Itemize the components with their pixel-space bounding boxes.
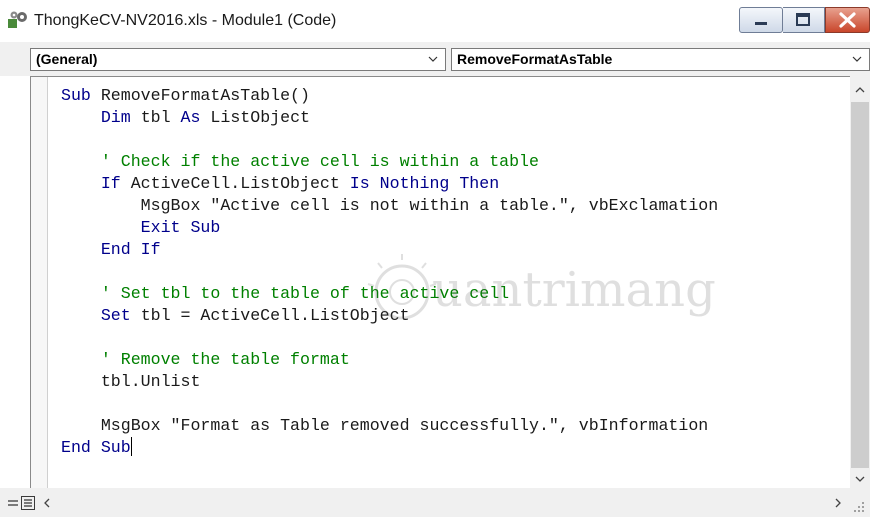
vba-project-icon [8,11,27,28]
vertical-scrollbar[interactable] [850,76,870,488]
code-line[interactable]: End Sub [61,437,718,459]
watermark-icon [367,254,437,320]
procedure-dropdown-value: RemoveFormatAsTable [457,51,613,67]
margin-indicator-bar[interactable] [31,77,48,488]
scroll-down-icon[interactable] [854,474,866,484]
keyword-token: Then [459,174,500,193]
code-line[interactable]: ' Remove the table format [61,349,718,371]
bottom-bar [0,488,870,517]
object-dropdown-value: (General) [36,51,98,67]
close-icon [839,12,856,28]
horizontal-scrollbar[interactable] [60,491,828,513]
procedure-dropdown[interactable]: RemoveFormatAsTable [451,48,870,71]
code-line[interactable]: ' Check if the active cell is within a t… [61,151,718,173]
keyword-token: Exit Sub [140,218,221,237]
code-line[interactable]: Sub RemoveFormatAsTable() [61,85,718,107]
code-line[interactable] [61,327,718,349]
chevron-down-icon [428,56,438,62]
keyword-token: Nothing [379,174,460,193]
vertical-scroll-thumb[interactable] [851,102,869,468]
close-button[interactable] [825,7,870,33]
code-line[interactable]: Dim tbl As ListObject [61,107,718,129]
procedure-view-icon[interactable] [6,496,20,510]
code-line[interactable]: Exit Sub [61,217,718,239]
watermark-text: uantrimang [432,262,716,318]
title-bar: ThongKeCV-NV2016.xls - Module1 (Code) [0,0,870,42]
keyword-token: End Sub [61,438,131,457]
keyword-token: Sub [61,86,101,105]
chevron-down-icon [852,56,862,62]
maximize-icon [796,13,810,26]
comment-token: ' Remove the table format [61,350,350,369]
resize-grip-icon[interactable] [852,500,866,514]
code-token: ActiveCell.ListObject [130,174,350,193]
minimize-icon [755,22,767,25]
code-token: RemoveFormatAsTable() [100,86,310,105]
code-token: MsgBox "Active cell is not within a tabl… [61,196,719,215]
code-line[interactable] [61,129,718,151]
keyword-token: As [180,108,211,127]
scroll-left-icon[interactable] [42,497,52,509]
keyword-token: Dim [100,108,141,127]
scroll-right-icon[interactable] [833,497,843,509]
keyword-token: If [100,174,131,193]
keyword-token: End If [100,240,161,259]
window-title: ThongKeCV-NV2016.xls - Module1 (Code) [34,12,337,29]
scroll-up-icon[interactable] [854,85,866,95]
maximize-button[interactable] [783,7,825,33]
code-token: tbl [140,108,181,127]
minimize-button[interactable] [739,7,783,33]
code-token: tbl.Unlist [61,372,201,391]
code-line[interactable]: If ActiveCell.ListObject Is Nothing Then [61,173,718,195]
code-line[interactable] [61,393,718,415]
code-line[interactable]: MsgBox "Active cell is not within a tabl… [61,195,719,217]
code-line[interactable]: tbl.Unlist [61,371,718,393]
keyword-token: Is [349,174,380,193]
text-cursor [130,437,132,456]
full-module-view-icon[interactable] [21,496,35,510]
code-token: MsgBox "Format as Table removed successf… [61,416,709,435]
comment-token: ' Check if the active cell is within a t… [61,152,539,171]
keyword-token: Set [100,306,141,325]
code-token: ListObject [210,108,310,127]
code-line[interactable]: MsgBox "Format as Table removed successf… [61,415,718,437]
watermark-logo: uantrimang [362,252,716,328]
object-dropdown[interactable]: (General) [30,48,446,71]
